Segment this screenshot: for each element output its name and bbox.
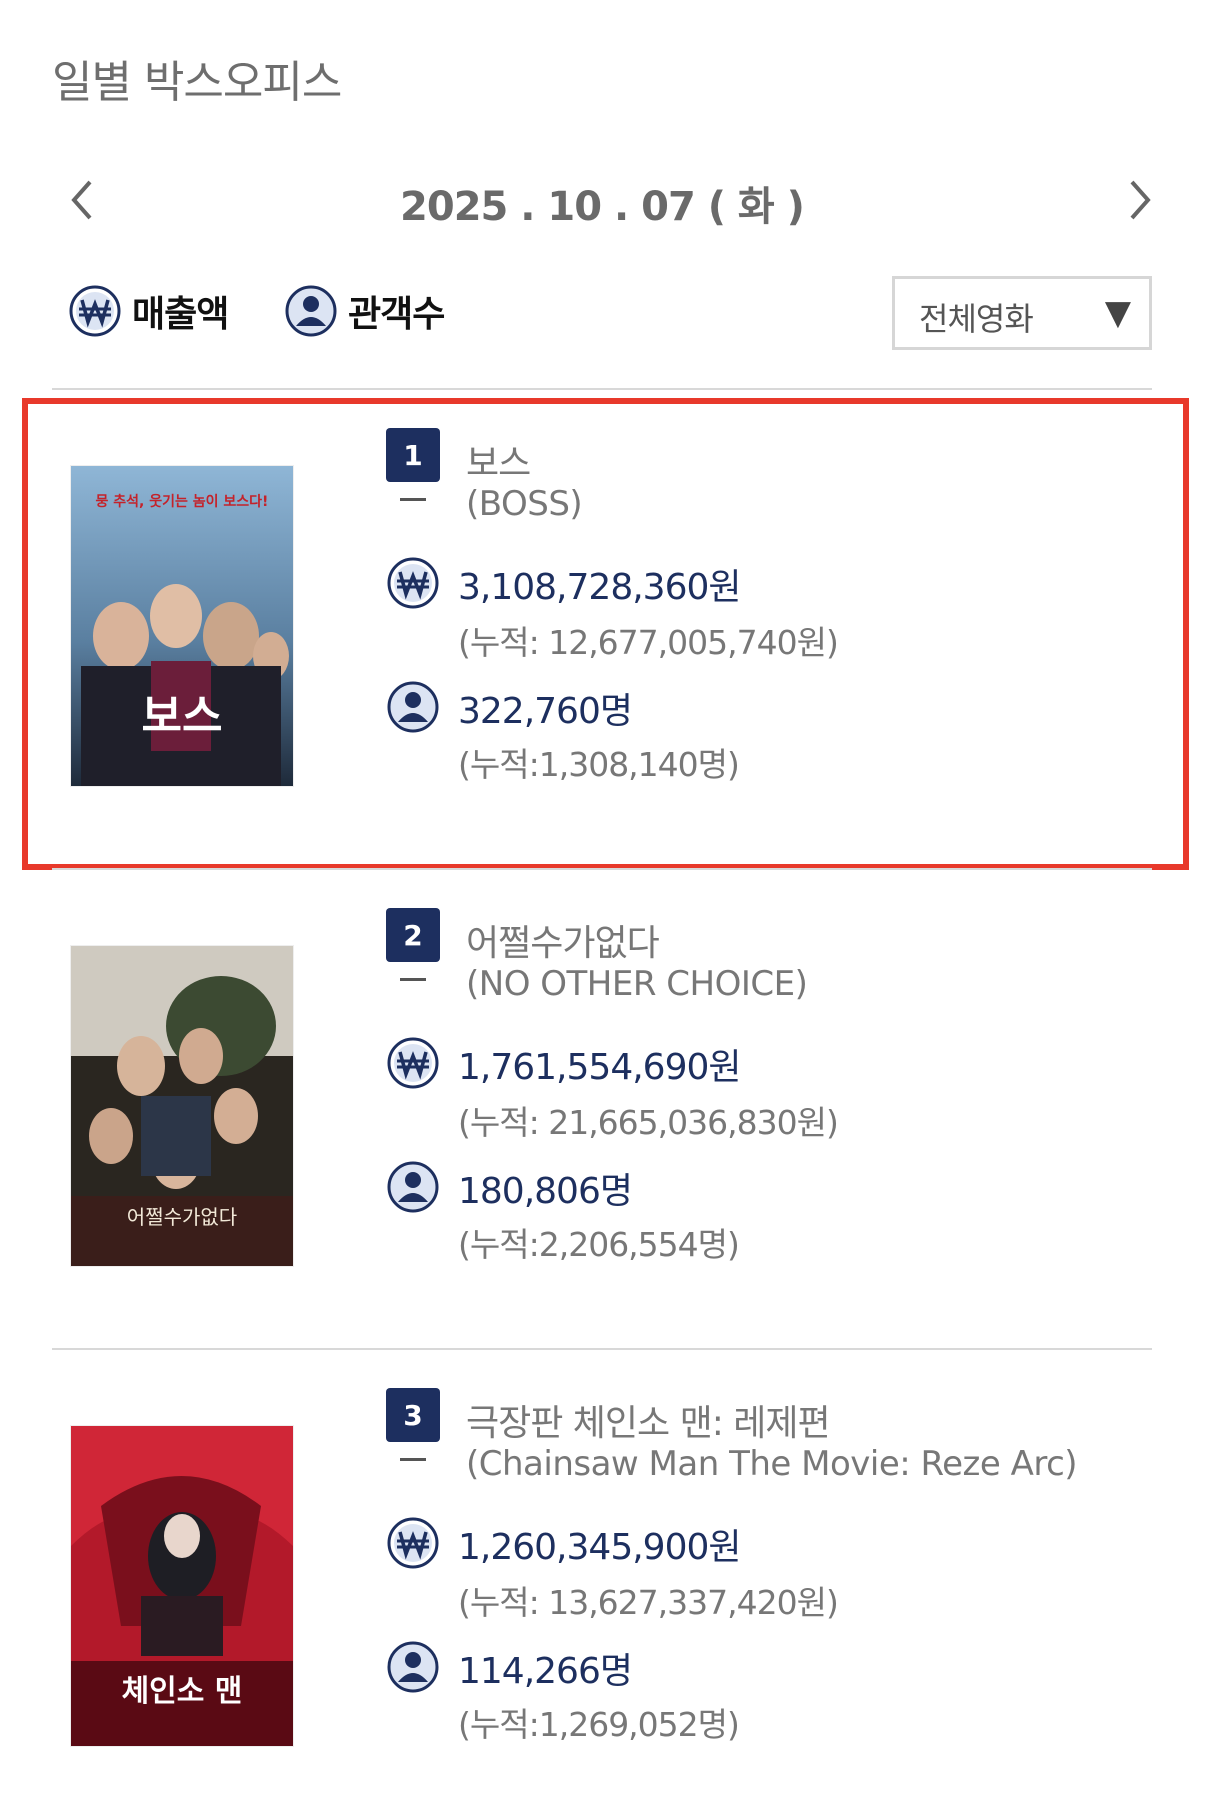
- date-navigator: 2025 . 10 . 07 ( 화 ): [52, 160, 1152, 240]
- daily-audience: 180,806명: [458, 1171, 633, 1212]
- movie-poster[interactable]: 체인소 맨: [71, 1426, 293, 1746]
- poster-title: 체인소 맨: [122, 1674, 243, 1709]
- sort-row: 매출액 관객수 전체영화 ▼: [52, 276, 1152, 356]
- movie-title-english: (BOSS): [466, 484, 583, 524]
- rank-badge: 3: [386, 1388, 440, 1442]
- rank-change-dash: [400, 498, 426, 501]
- rank-change-dash: [400, 1458, 426, 1461]
- rank-change-dash: [400, 978, 426, 981]
- divider: [52, 868, 1152, 870]
- daily-sales: 1,761,554,690원: [458, 1047, 741, 1088]
- page-title: 일별 박스오피스: [52, 57, 342, 108]
- movie-title-korean[interactable]: 극장판 체인소 맨: 레제편: [466, 1394, 831, 1446]
- movie-filter-select[interactable]: 전체영화 ▼: [892, 276, 1152, 350]
- poster-tagline: 뭉 추석, 웃기는 놈이 보스다!: [96, 493, 269, 510]
- cumulative-sales: (누적: 21,665,036,830원): [458, 1103, 839, 1142]
- daily-sales: 3,108,728,360원: [458, 567, 741, 608]
- next-date-button[interactable]: [1120, 170, 1160, 230]
- rank-badge: 2: [386, 908, 440, 962]
- movie-title-english: (NO OTHER CHOICE): [466, 964, 808, 1004]
- poster-title: 보스: [142, 691, 223, 742]
- movie-item[interactable]: 뭉 추석, 웃기는 놈이 보스다! 보스 1 보스 (BOSS) 3,108,7…: [52, 428, 1152, 828]
- movie-title-korean[interactable]: 어쩔수가없다: [466, 914, 660, 966]
- cumulative-audience: (누적:1,308,140명): [458, 745, 740, 784]
- dropdown-arrow-icon: ▼: [1104, 293, 1131, 333]
- won-circle-icon: [69, 285, 121, 337]
- cumulative-audience: (누적:1,269,052명): [458, 1705, 740, 1744]
- movie-poster[interactable]: 뭉 추석, 웃기는 놈이 보스다! 보스: [71, 466, 293, 786]
- movie-title-korean[interactable]: 보스: [466, 434, 531, 486]
- sort-by-audience-button[interactable]: 관객수: [284, 284, 445, 338]
- user-circle-icon: [387, 1161, 439, 1213]
- movie-item[interactable]: 체인소 맨 3 극장판 체인소 맨: 레제편 (Chainsaw Man The…: [52, 1388, 1152, 1788]
- cumulative-sales: (누적: 13,627,337,420원): [458, 1583, 839, 1622]
- poster-title: 어쩔수가없다: [127, 1205, 237, 1229]
- movie-poster[interactable]: 어쩔수가없다: [71, 946, 293, 1266]
- user-circle-icon: [387, 681, 439, 733]
- movie-title-english: (Chainsaw Man The Movie: Reze Arc): [466, 1444, 1078, 1484]
- cumulative-sales: (누적: 12,677,005,740원): [458, 623, 839, 662]
- chevron-right-icon: [1130, 180, 1151, 220]
- daily-audience: 114,266명: [458, 1651, 633, 1692]
- poster-image: 뭉 추석, 웃기는 놈이 보스다! 보스: [71, 466, 293, 786]
- sort-audience-label: 관객수: [348, 294, 445, 335]
- poster-image: 체인소 맨: [71, 1426, 293, 1746]
- sort-by-sales-button[interactable]: 매출액: [68, 284, 229, 338]
- movie-item[interactable]: 어쩔수가없다 2 어쩔수가없다 (NO OTHER CHOICE) 1,761,…: [52, 908, 1152, 1308]
- poster-image: 어쩔수가없다: [71, 946, 293, 1266]
- divider: [52, 1348, 1152, 1350]
- filter-selected-value: 전체영화: [919, 300, 1034, 338]
- daily-sales: 1,260,345,900원: [458, 1527, 741, 1568]
- won-circle-icon: [387, 1037, 439, 1089]
- sort-sales-label: 매출액: [132, 294, 229, 335]
- won-circle-icon: [387, 557, 439, 609]
- divider: [52, 388, 1152, 390]
- daily-audience: 322,760명: [458, 691, 633, 732]
- cumulative-audience: (누적:2,206,554명): [458, 1225, 740, 1264]
- current-date: 2025 . 10 . 07 ( 화 ): [400, 184, 805, 230]
- user-circle-icon: [387, 1641, 439, 1693]
- user-circle-icon: [285, 285, 337, 337]
- won-circle-icon: [387, 1517, 439, 1569]
- rank-badge: 1: [386, 428, 440, 482]
